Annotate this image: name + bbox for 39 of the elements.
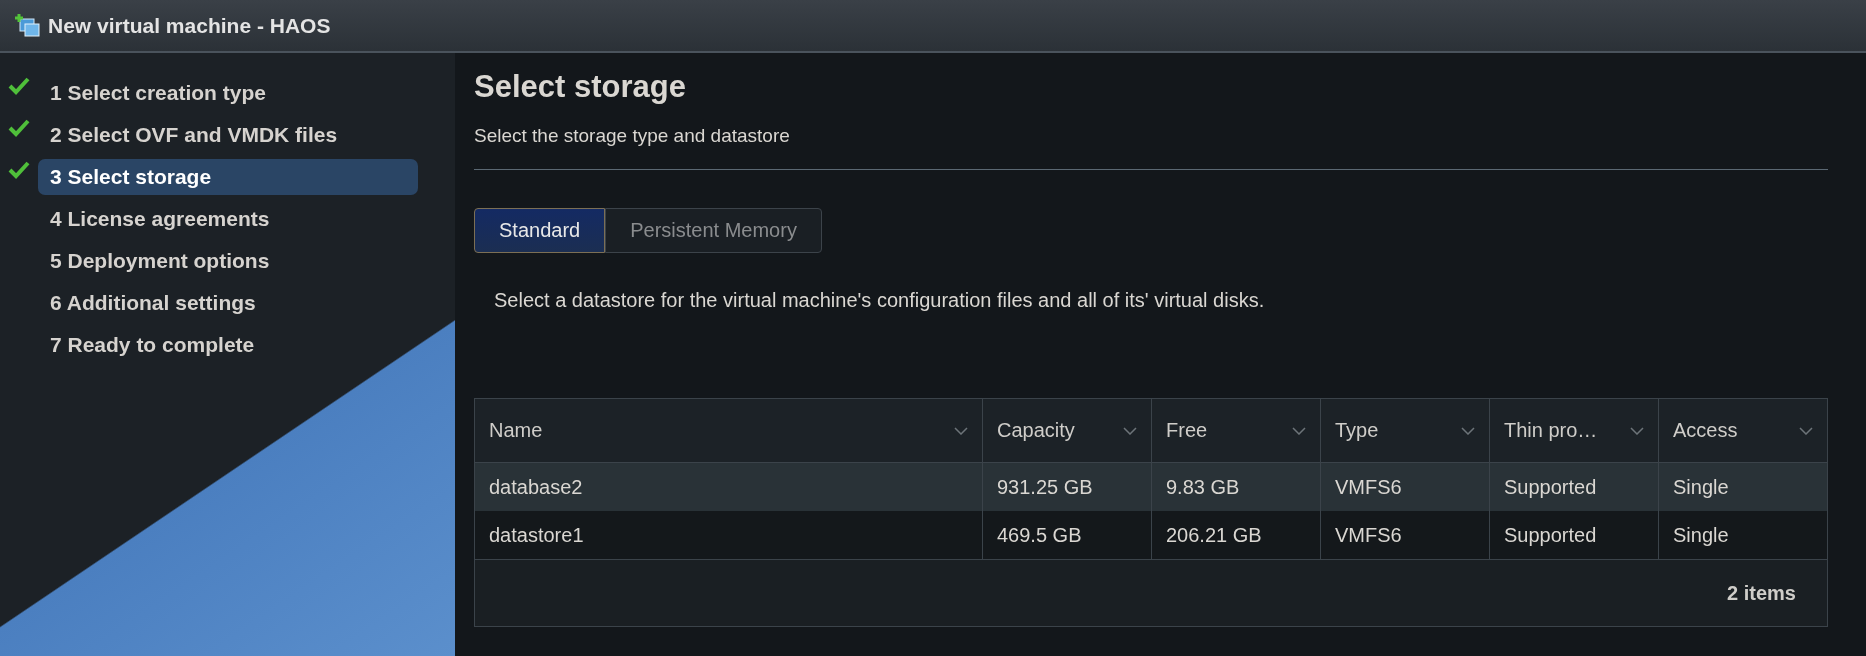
column-header[interactable]: Type [1321,399,1490,463]
instruction-text: Select a datastore for the virtual machine's configuration files and all of its' virtual disks. [494,289,1266,312]
table-cell: 206.21 GB [1152,511,1321,559]
table-cell: Single [1659,511,1828,559]
new-vm-icon [14,12,40,39]
column-header[interactable]: Capacity [983,399,1152,463]
wizard-step[interactable]: 1 Select creation type [38,75,418,111]
storage-type-tab[interactable]: Persistent Memory [605,208,822,253]
caret-icon[interactable] [1123,426,1137,435]
wizard-step[interactable]: 3 Select storage [38,159,418,195]
wizard-step[interactable]: 6 Additional settings [38,285,418,321]
page-title: Select storage [474,69,687,105]
caret-icon[interactable] [1799,426,1813,435]
column-header[interactable]: Free [1152,399,1321,463]
window-title: New virtual machine - HAOS [48,13,331,38]
wizard-step[interactable]: 2 Select OVF and VMDK files [38,117,418,153]
table-cell: Supported [1490,511,1659,559]
table-cell: 931.25 GB [983,463,1152,511]
table-cell: datastore1 [475,511,983,559]
page-subtitle: Select the storage type and datastore [474,125,1828,170]
table-cell: Single [1659,463,1828,511]
caret-icon[interactable] [1292,426,1306,435]
table-cell: 9.83 GB [1152,463,1321,511]
wizard-step[interactable]: 5 Deployment options [38,243,418,279]
table-cell: 469.5 GB [983,511,1152,559]
wizard-step[interactable]: 7 Ready to complete [38,327,418,363]
item-count: 2 items [1727,581,1796,605]
storage-type-tab[interactable]: Standard [474,208,606,253]
column-header[interactable]: Access [1659,399,1828,463]
caret-icon[interactable] [1461,426,1475,435]
caret-icon[interactable] [1630,426,1644,435]
table-cell: VMFS6 [1321,511,1490,559]
table-cell: database2 [475,463,983,511]
column-header[interactable]: Thin pro… [1490,399,1659,463]
wizard-step[interactable]: 4 License agreements [38,201,418,237]
table-cell: Supported [1490,463,1659,511]
column-header[interactable]: Name [475,399,983,463]
table-cell: VMFS6 [1321,463,1490,511]
caret-icon[interactable] [954,426,968,435]
